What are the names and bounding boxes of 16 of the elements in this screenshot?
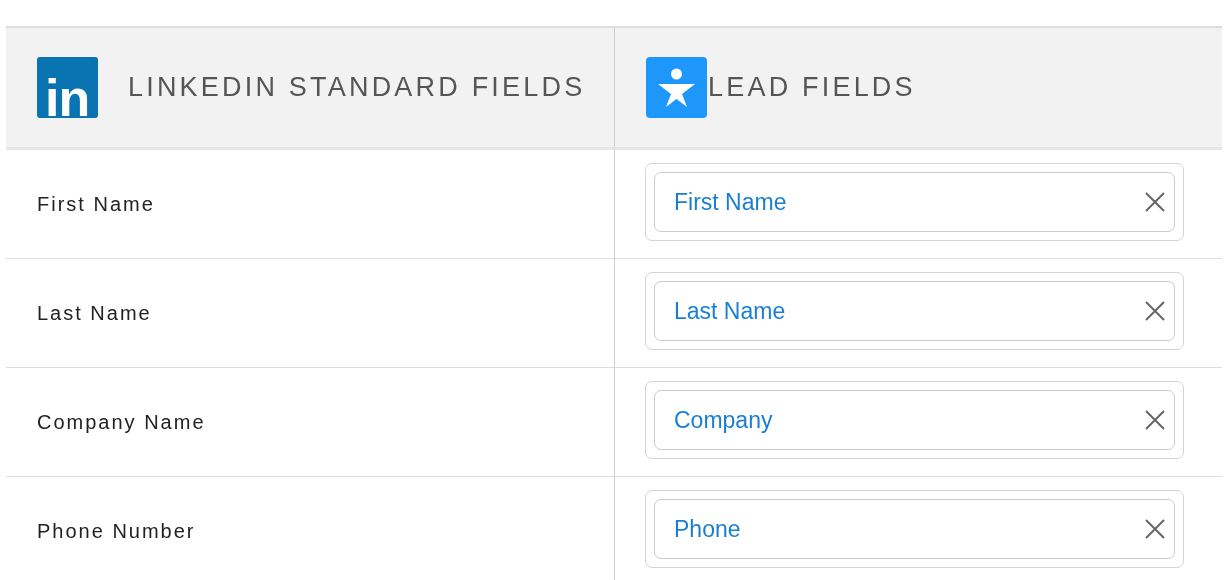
person-logo-icon bbox=[646, 57, 707, 118]
field-label: First Name bbox=[37, 192, 155, 216]
lead-field-select[interactable]: First Name bbox=[654, 172, 1175, 232]
field-label: Last Name bbox=[37, 301, 152, 325]
clear-icon[interactable] bbox=[1144, 409, 1166, 431]
field-label: Phone Number bbox=[37, 519, 196, 543]
column-header: LEAD FIELDS bbox=[708, 72, 916, 103]
field-label: Company Name bbox=[37, 410, 206, 434]
linkedin-logo: in bbox=[37, 57, 98, 118]
clear-icon[interactable] bbox=[1144, 191, 1166, 213]
lead-field-select[interactable]: Company bbox=[654, 390, 1175, 450]
column-header: LINKEDIN STANDARD FIELDS bbox=[128, 72, 586, 103]
lead-field-select[interactable]: Phone bbox=[654, 499, 1175, 559]
lead-field-select[interactable]: Last Name bbox=[654, 281, 1175, 341]
clear-icon[interactable] bbox=[1144, 300, 1166, 322]
clear-icon[interactable] bbox=[1144, 518, 1166, 540]
